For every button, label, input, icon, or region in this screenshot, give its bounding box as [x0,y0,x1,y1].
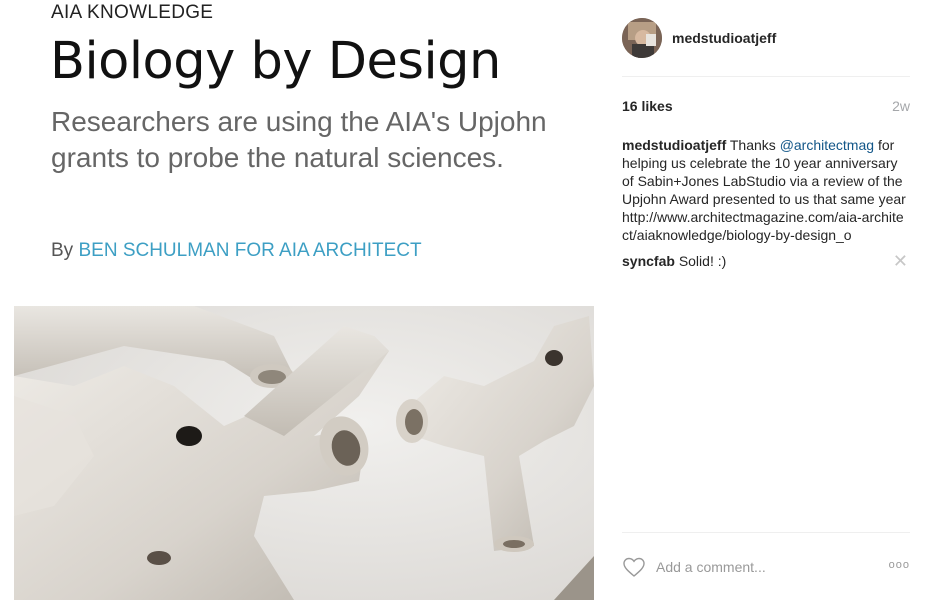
list-item: syncfab Solid! :) ✕ [622,252,910,270]
comments-panel: medstudioatjeff 16 likes 2w medstudioatj… [600,0,934,600]
comment-username[interactable]: syncfab [622,253,675,269]
avatar[interactable] [622,18,662,58]
post-header: medstudioatjeff [622,0,910,77]
post-timestamp[interactable]: 2w [892,98,910,114]
avatar-photo-icon [622,18,662,58]
byline-prefix: By [51,240,74,261]
post-image[interactable]: AIA KNOWLEDGE Biology by Design Research… [0,0,600,600]
likes-row: 16 likes 2w [622,98,910,116]
post-author-username[interactable]: medstudioatjeff [672,30,776,46]
close-icon[interactable]: ✕ [893,252,908,270]
article-byline: By BEN SCHULMAN FOR AIA ARCHITECT [51,240,422,262]
article-headline: Biology by Design [50,32,501,91]
byline-author: BEN SCHULMAN FOR AIA ARCHITECT [78,240,422,261]
list-item: medstudioatjeff Thanks @architectmag for… [622,136,910,244]
article-photo [14,306,594,600]
comment-url: http://www.architectmagazine.com/aia-arc… [622,209,904,243]
comments-list: medstudioatjeff Thanks @architectmag for… [622,136,910,270]
comment-mention-link[interactable]: @architectmag [780,137,874,153]
comment-text: Thanks [729,137,776,153]
article-subhead: Researchers are using the AIA's Upjohn g… [51,106,547,173]
ceramic-branches-illustration [14,306,594,600]
comment-composer: ooo [622,532,910,600]
comment-input[interactable] [656,557,866,577]
comment-text: Solid! :) [678,253,727,269]
heart-icon[interactable] [622,555,646,579]
more-options-icon[interactable]: ooo [889,559,910,571]
comment-username[interactable]: medstudioatjeff [622,137,726,153]
likes-count[interactable]: 16 likes [622,98,673,114]
article-kicker: AIA KNOWLEDGE [51,2,214,23]
